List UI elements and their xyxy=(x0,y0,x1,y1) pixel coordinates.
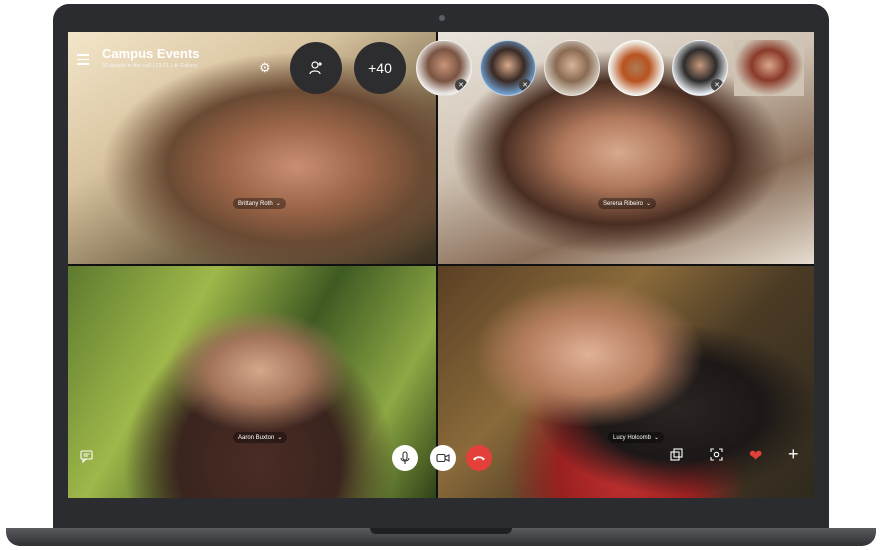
add-person-button[interactable] xyxy=(290,42,342,94)
call-title: Campus Events xyxy=(102,46,200,61)
screenshot-icon[interactable] xyxy=(710,448,723,464)
participant-thumbnail[interactable] xyxy=(734,40,804,96)
participant-thumbnail[interactable] xyxy=(608,40,664,96)
add-person-icon xyxy=(309,61,322,75)
hamburger-menu-icon[interactable] xyxy=(77,54,89,65)
chevron-down-icon: ⌄ xyxy=(277,435,283,441)
plus-icon[interactable]: + xyxy=(788,444,799,465)
chevron-down-icon: ⌄ xyxy=(275,201,281,207)
video-camera-icon xyxy=(436,453,450,463)
participant-thumbnail[interactable]: ✕ xyxy=(672,40,728,96)
participant-name: Lucy Holcomb xyxy=(613,435,652,441)
participant-name: Brittany Roth xyxy=(238,201,273,207)
laptop-notch xyxy=(370,528,512,534)
gear-icon[interactable]: ⚙ xyxy=(259,60,271,76)
participant-thumbnail[interactable]: ✕ xyxy=(416,40,472,96)
more-participants-count: +40 xyxy=(368,60,392,76)
phone-hangup-icon xyxy=(473,456,485,461)
heart-icon[interactable]: ❤ xyxy=(749,446,762,466)
participant-name: Serena Ribeiro xyxy=(603,201,644,207)
hang-up-button[interactable] xyxy=(466,445,492,471)
switch-camera-icon[interactable] xyxy=(670,448,683,464)
chevron-down-icon: ⌄ xyxy=(654,435,660,441)
participant-name-tag[interactable]: Lucy Holcomb ⌄ xyxy=(608,432,665,443)
participant-thumbnail[interactable] xyxy=(544,40,600,96)
participant-name-tag[interactable]: Aaron Buxton ⌄ xyxy=(233,432,288,443)
video-tile-3[interactable] xyxy=(68,266,436,498)
mic-muted-icon: ✕ xyxy=(711,79,723,91)
participant-thumbnail[interactable]: ✕ xyxy=(480,40,536,96)
microphone-icon xyxy=(400,451,410,464)
participant-name-tag[interactable]: Serena Ribeiro ⌄ xyxy=(598,198,657,209)
chevron-down-icon: ⌄ xyxy=(646,201,652,207)
chat-icon[interactable] xyxy=(80,450,93,466)
webcam xyxy=(439,15,445,21)
microphone-button[interactable] xyxy=(392,445,418,471)
video-button[interactable] xyxy=(430,445,456,471)
mic-muted-icon: ✕ xyxy=(519,79,531,91)
participant-name-tag[interactable]: Brittany Roth ⌄ xyxy=(233,198,286,209)
call-screen: Brittany Roth ⌄ Serena Ribeiro ⌄ Aaron Bux… xyxy=(68,32,814,498)
participant-name: Aaron Buxton xyxy=(238,435,275,441)
more-participants-button[interactable]: +40 xyxy=(354,42,406,94)
mic-muted-icon: ✕ xyxy=(455,79,467,91)
call-header: Campus Events 50 people in the call | 13… xyxy=(68,32,814,102)
call-subtitle: 50 people in the call | 13:21 | ⊕ Galler… xyxy=(102,63,198,69)
